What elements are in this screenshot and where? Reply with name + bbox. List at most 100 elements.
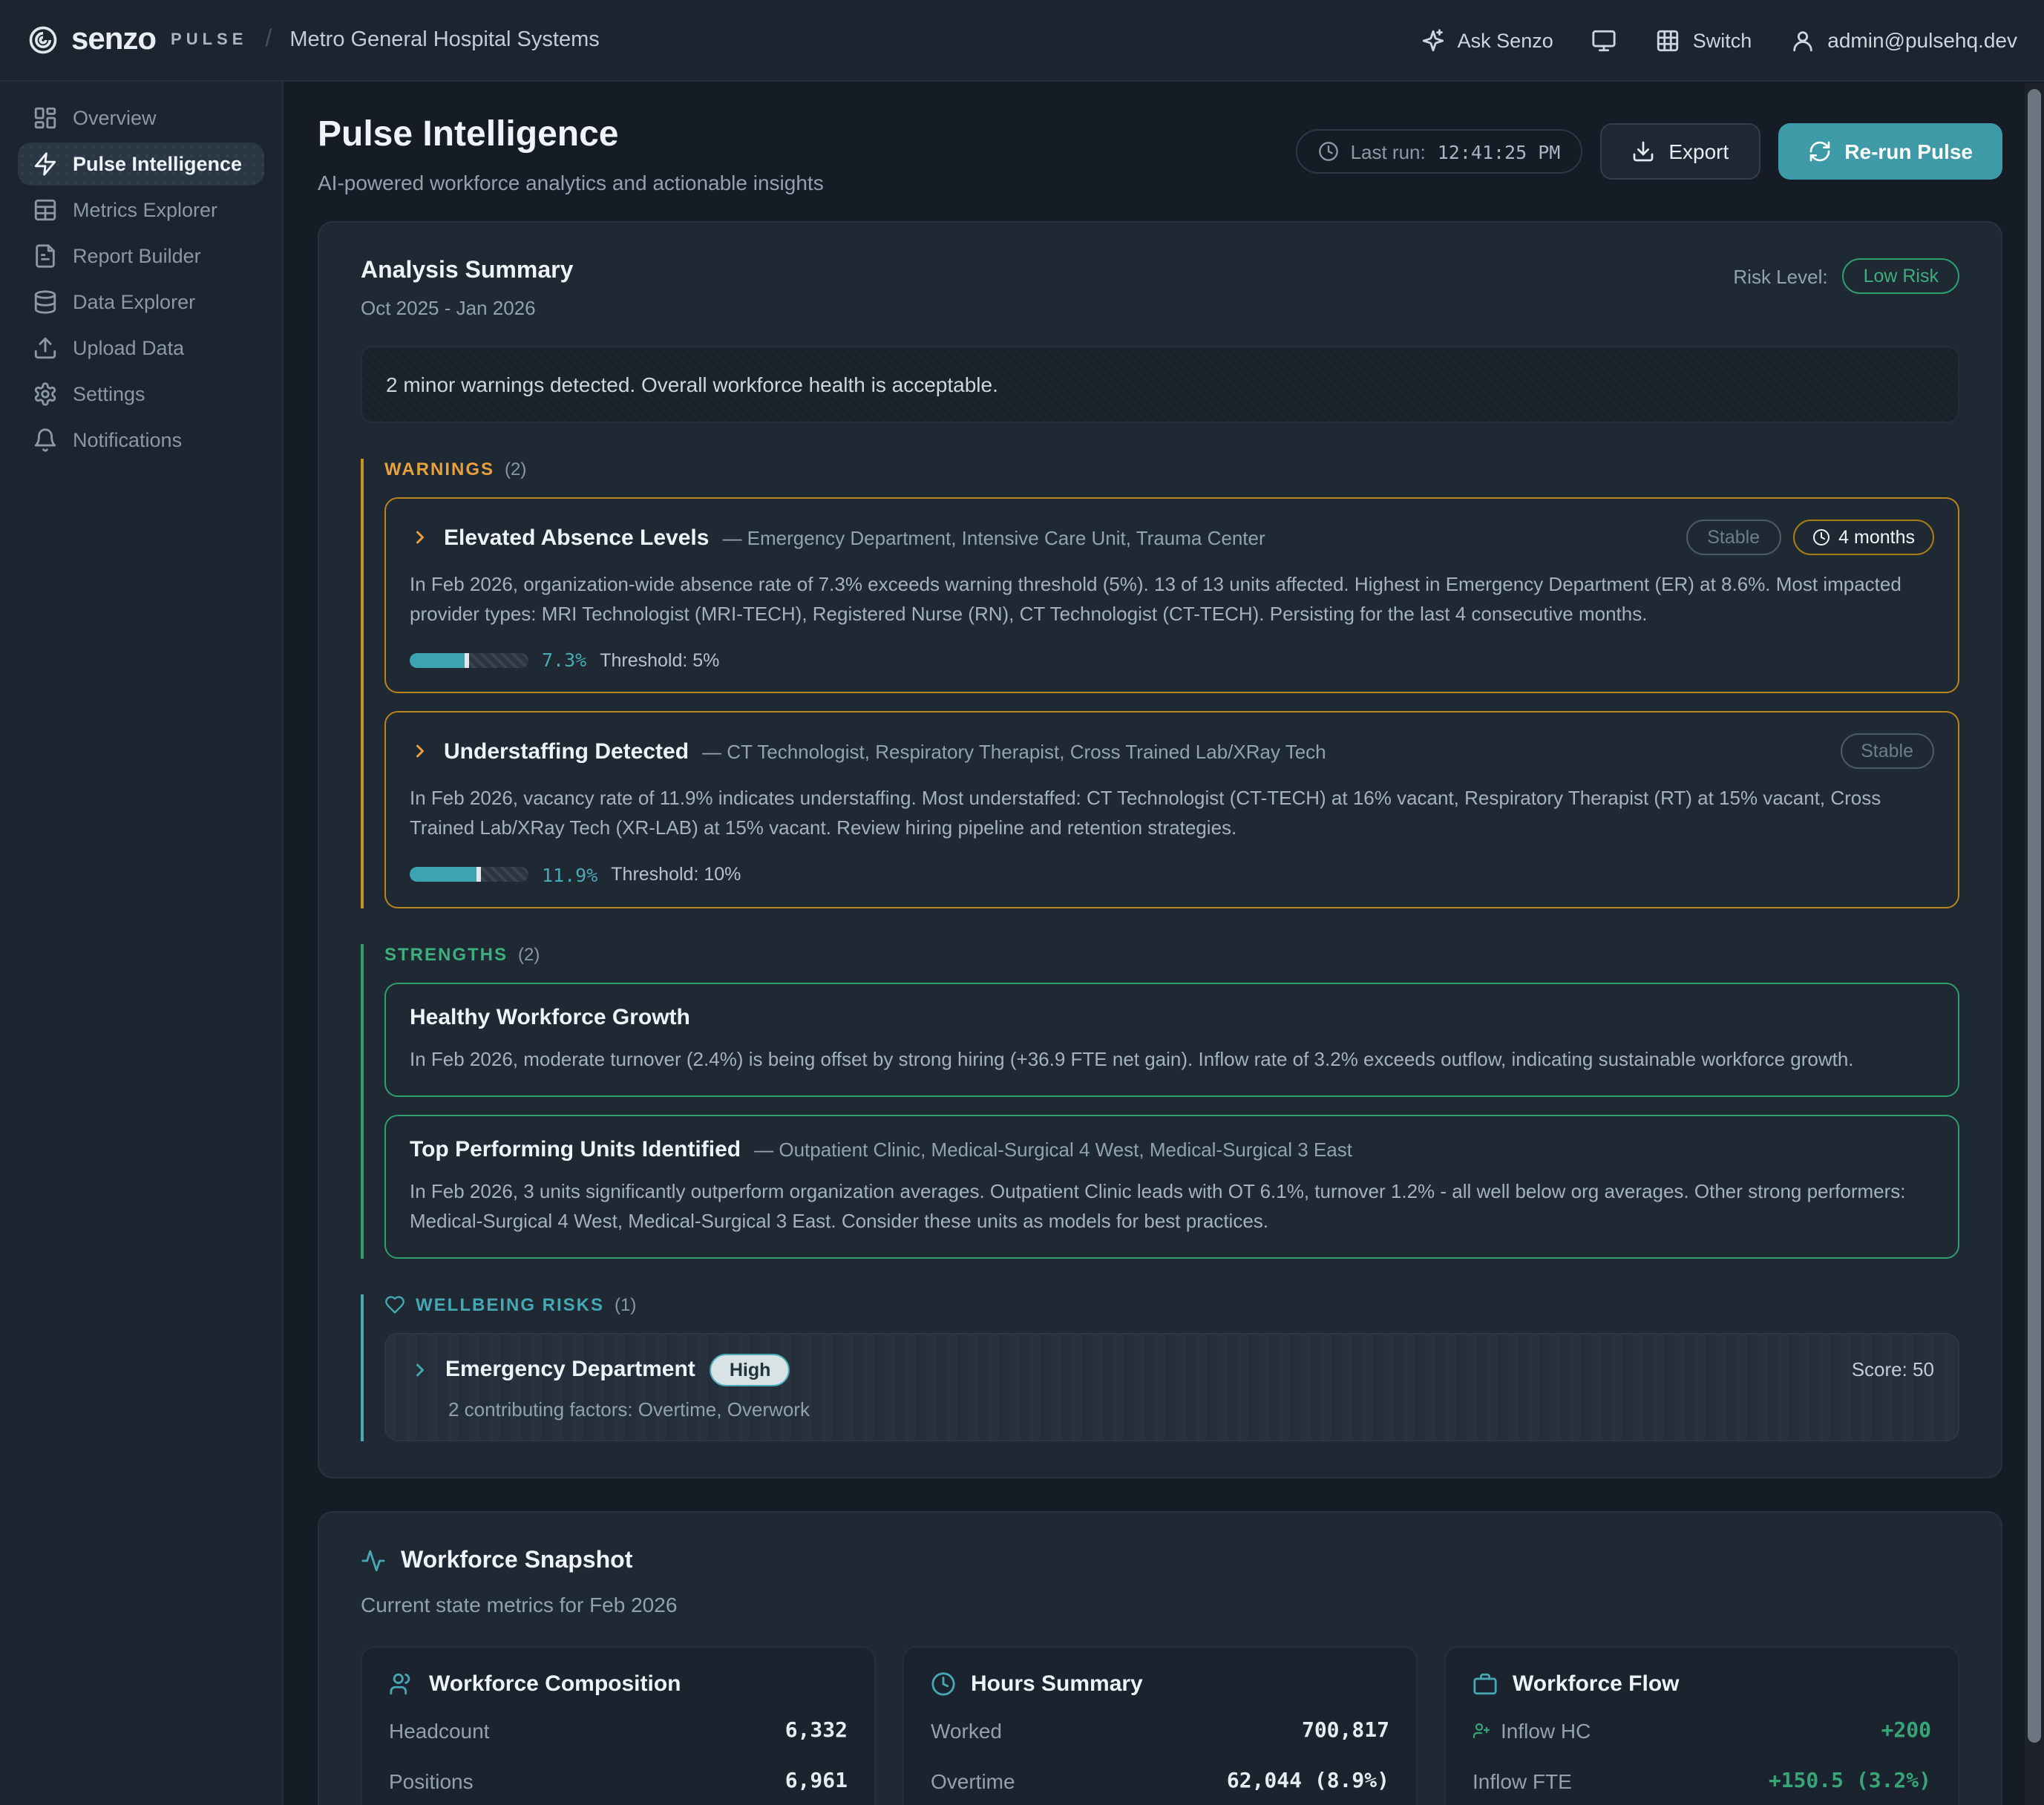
warnings-section: WARNINGS (2) Elevated Absence Levels — E… [361, 459, 1959, 908]
metric-row: Inflow HC+200 [1473, 1706, 1931, 1756]
breadcrumb-separator: / [265, 27, 272, 53]
strength-title: Healthy Workforce Growth [410, 1004, 690, 1029]
threshold-bar [410, 867, 528, 882]
sidebar-item-data-explorer[interactable]: Data Explorer [18, 281, 264, 324]
bolt-icon [33, 151, 58, 177]
metric-card-title: Workforce Composition [429, 1671, 681, 1697]
clock-icon [1812, 528, 1830, 546]
warnings-count: (2) [505, 459, 526, 479]
analysis-summary-text: 2 minor warnings detected. Overall workf… [361, 346, 1959, 423]
warning-scope: — Emergency Department, Intensive Care U… [722, 526, 1265, 548]
wellbeing-section: WELLBEING RISKS (1) Emergency Department… [361, 1294, 1959, 1441]
senzo-logo-icon [27, 24, 59, 56]
switch-app-button[interactable]: Switch [1656, 27, 1752, 53]
sidebar-item-label: Settings [73, 383, 145, 405]
chevron-right-icon [410, 527, 430, 548]
scrollbar[interactable] [2025, 83, 2044, 1805]
strengths-label: STRENGTHS [384, 943, 508, 964]
strengths-count: (2) [518, 943, 540, 964]
display-mode-button[interactable] [1592, 27, 1617, 53]
grid-icon [1656, 27, 1681, 53]
export-label: Export [1668, 140, 1729, 163]
metric-value: 11.9% [542, 863, 597, 885]
snapshot-subtitle: Current state metrics for Feb 2026 [361, 1593, 1959, 1616]
warning-scope: — CT Technologist, Respiratory Therapist… [702, 741, 1326, 763]
sidebar-item-notifications[interactable]: Notifications [18, 419, 264, 462]
top-bar: senzo PULSE / Metro General Hospital Sys… [0, 0, 2044, 82]
strength-card[interactable]: Healthy Workforce Growth In Feb 2026, mo… [384, 982, 1959, 1096]
warning-description: In Feb 2026, vacancy rate of 11.9% indic… [410, 784, 1934, 845]
sidebar-item-pulse-intelligence[interactable]: Pulse Intelligence [18, 142, 264, 186]
workforce-snapshot-panel: Workforce Snapshot Current state metrics… [318, 1511, 2002, 1805]
wellbeing-unit: Emergency Department [445, 1357, 695, 1383]
hours-summary-card: Hours Summary Worked700,817 Overtime62,0… [903, 1646, 1418, 1805]
sidebar-item-label: Overview [73, 107, 157, 129]
user-email: admin@pulsehq.dev [1827, 28, 2017, 52]
heart-icon [384, 1294, 405, 1315]
workforce-flow-card: Workforce Flow Inflow HC+200 Inflow FTE+… [1444, 1646, 1959, 1805]
sidebar-item-overview[interactable]: Overview [18, 96, 264, 140]
gear-icon [33, 381, 58, 407]
ask-senzo-button[interactable]: Ask Senzo [1421, 27, 1553, 53]
sidebar-item-label: Pulse Intelligence [73, 153, 242, 175]
dashboard-icon [33, 105, 58, 131]
last-run-time: 12:41:25 PM [1438, 140, 1561, 163]
analysis-title: Analysis Summary [361, 258, 573, 285]
database-icon [33, 289, 58, 315]
workforce-composition-card: Workforce Composition Headcount6,332 Pos… [361, 1646, 876, 1805]
strength-card[interactable]: Top Performing Units Identified — Outpat… [384, 1114, 1959, 1259]
analysis-summary-panel: Analysis Summary Oct 2025 - Jan 2026 Ris… [318, 221, 2002, 1478]
snapshot-title: Workforce Snapshot [401, 1548, 632, 1575]
export-button[interactable]: Export [1600, 123, 1760, 180]
wellbeing-card[interactable]: Emergency Department High Score: 50 2 co… [384, 1333, 1959, 1441]
page-subtitle: AI-powered workforce analytics and actio… [318, 171, 824, 194]
sparkles-icon [1421, 27, 1446, 53]
metric-value: 7.3% [542, 649, 586, 672]
table-icon [33, 197, 58, 223]
metric-card-title: Hours Summary [971, 1671, 1143, 1697]
warning-card[interactable]: Elevated Absence Levels — Emergency Depa… [384, 497, 1959, 694]
sidebar-item-upload-data[interactable]: Upload Data [18, 327, 264, 370]
metric-row: Inflow FTE+150.5 (3.2%) [1473, 1756, 1931, 1805]
sidebar-item-metrics-explorer[interactable]: Metrics Explorer [18, 189, 264, 232]
threshold-label: Threshold: 10% [611, 864, 741, 885]
brand-sub: PULSE [171, 31, 247, 49]
clock-icon [1318, 141, 1339, 162]
users-icon [389, 1671, 414, 1697]
severity-badge: High [710, 1354, 790, 1386]
wellbeing-label: WELLBEING RISKS [416, 1294, 604, 1315]
user-menu[interactable]: admin@pulsehq.dev [1790, 27, 2017, 53]
strength-description: In Feb 2026, moderate turnover (2.4%) is… [410, 1044, 1934, 1074]
refresh-icon [1807, 140, 1831, 163]
rerun-label: Re-run Pulse [1844, 140, 1973, 163]
clock-icon [931, 1671, 956, 1697]
sidebar: Overview Pulse Intelligence Metrics Expl… [0, 82, 284, 1805]
analysis-period: Oct 2025 - Jan 2026 [361, 297, 573, 319]
sidebar-item-label: Data Explorer [73, 291, 195, 313]
risk-level-badge: Low Risk [1843, 258, 1959, 294]
metric-row: Headcount6,332 [389, 1706, 848, 1756]
metric-row: Overtime62,044 (8.9%) [931, 1756, 1389, 1805]
breadcrumb: Metro General Hospital Systems [289, 28, 599, 52]
wellbeing-count: (1) [615, 1294, 636, 1315]
rerun-pulse-button[interactable]: Re-run Pulse [1778, 123, 2002, 180]
app-window: senzo PULSE / Metro General Hospital Sys… [0, 0, 2044, 1805]
brand[interactable]: senzo PULSE [27, 22, 247, 58]
strength-scope: — Outpatient Clinic, Medical-Surgical 4 … [754, 1138, 1352, 1160]
duration-badge: 4 months [1792, 520, 1934, 555]
sidebar-item-label: Metrics Explorer [73, 199, 217, 221]
upload-icon [33, 335, 58, 361]
warning-card[interactable]: Understaffing Detected — CT Technologist… [384, 712, 1959, 908]
scrollbar-thumb[interactable] [2028, 89, 2041, 1742]
bell-icon [33, 428, 58, 453]
sidebar-item-report-builder[interactable]: Report Builder [18, 235, 264, 278]
user-icon [1790, 27, 1815, 53]
chevron-right-icon [410, 1360, 430, 1380]
sidebar-item-settings[interactable]: Settings [18, 373, 264, 416]
last-run-pill: Last run: 12:41:25 PM [1296, 129, 1583, 174]
strength-title: Top Performing Units Identified [410, 1136, 741, 1162]
monitor-icon [1592, 27, 1617, 53]
switch-label: Switch [1693, 29, 1752, 51]
trend-badge: Stable [1840, 734, 1934, 770]
sidebar-item-label: Upload Data [73, 337, 184, 359]
